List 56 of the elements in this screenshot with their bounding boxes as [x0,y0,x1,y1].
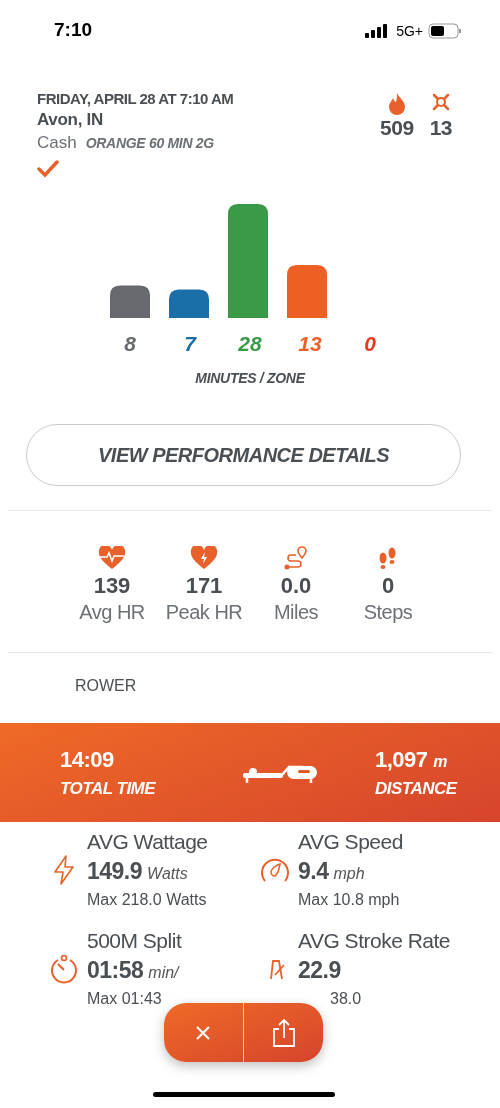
metric-max: Max 218.0 Watts [87,891,208,909]
metric-title: AVG Speed [298,830,404,854]
metric-max: 38.0 [329,990,363,1008]
splat-icon [430,92,451,112]
metric-unit: min/ [148,964,179,982]
stat-label: Steps [363,601,413,624]
metric-max: Max 10.8 mph [298,891,401,909]
stat-value: 0 [381,573,395,599]
close-icon [195,1024,212,1041]
zone-minutes: 7 [183,332,198,356]
metric-max: Max 01:43 [87,990,163,1008]
timer-icon [49,953,79,984]
total-time-value: 14:09 [60,746,115,773]
metric-title: AVG Stroke Rate [298,929,451,953]
lightning-icon [53,854,75,885]
stat-value: 171 [185,573,223,599]
metric-unit: mph [333,865,365,883]
zone-minutes: 13 [297,332,323,356]
metric-title: AVG Wattage [87,830,209,854]
calories-value: 509 [380,116,414,140]
metric-value: 01:58 [87,957,144,984]
chart-axis-label: MINUTES / ZONE [195,370,305,386]
zone-bar [287,265,327,318]
metric-value: 9.4 [298,858,329,885]
zone-bar [110,285,150,318]
splat-points-value: 13 [429,116,452,140]
zone-minutes: 0 [363,332,377,356]
network-label: 5G+ [396,23,423,39]
metric-title: 500M Split [87,929,183,953]
metric-unit: Watts [147,865,188,883]
stat-label: Peak HR [165,601,243,624]
distance-label: DISTANCE [375,778,459,799]
heart-pulse-icon [98,546,126,570]
zone-bar [169,289,209,318]
distance-value: 1,097 m [375,746,448,773]
stat-value: 0.0 [280,573,312,599]
share-icon [271,1017,296,1048]
metric-value: 22.9 [298,957,341,984]
route-icon [283,546,309,570]
heart-bolt-icon [190,546,218,570]
class-name: ORANGE 60 MIN 2G [85,135,214,151]
battery-icon [428,23,462,39]
zone-minutes: 28 [237,332,263,356]
flame-icon [386,92,407,116]
view-details-button[interactable]: VIEW PERFORMANCE DETAILS [26,424,461,486]
workout-datetime: FRIDAY, APRIL 28 AT 7:10 AM [37,90,234,107]
status-time: 7:10 [54,19,93,41]
studio-location: Avon, IN [37,110,104,130]
stat-value: 139 [93,573,131,599]
total-time-label: TOTAL TIME [60,778,157,799]
stat-label: Miles [273,601,319,624]
stat-label: Avg HR [79,601,145,624]
metric-value: 149.9 [87,858,143,885]
zone-minutes: 8 [123,332,137,356]
equipment-title: ROWER [75,677,138,695]
coach-name: Cash [37,133,77,153]
